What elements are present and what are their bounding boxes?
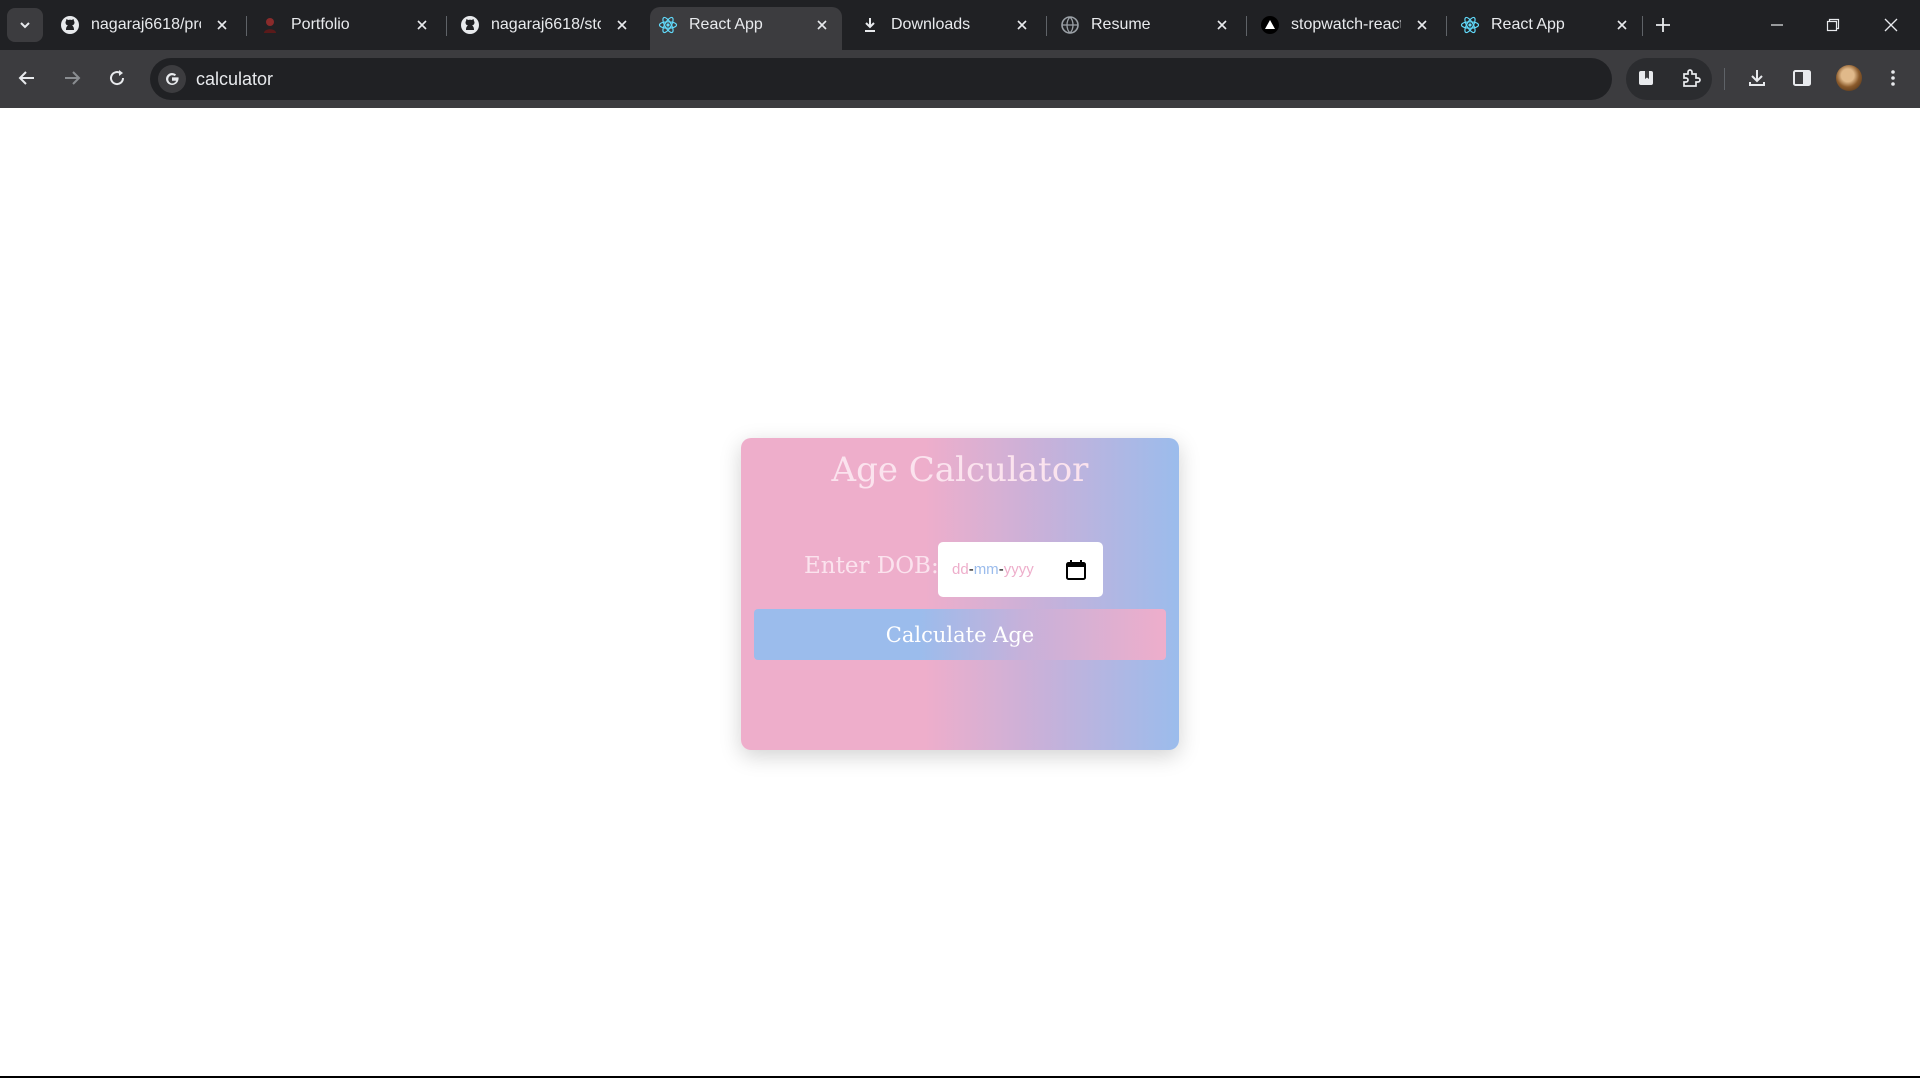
address-text[interactable]: calculator <box>196 69 273 90</box>
close-icon[interactable] <box>1612 15 1632 35</box>
dob-label: Enter DOB: <box>804 553 939 579</box>
menu-button[interactable] <box>1878 63 1908 93</box>
close-icon[interactable] <box>1012 15 1032 35</box>
browser-toolbar: calculator <box>0 50 1920 108</box>
download-icon <box>860 15 880 35</box>
downloads-button[interactable] <box>1742 63 1772 93</box>
new-tab-button[interactable] <box>1652 14 1674 36</box>
date-placeholder-year: yyyy <box>1003 561 1034 578</box>
tab-search-button[interactable] <box>7 8 43 42</box>
tab-strip: nagaraj6618/pro Portfolio nagaraj6618/st… <box>0 0 1920 50</box>
close-icon[interactable] <box>812 15 832 35</box>
tab-resume[interactable]: Resume <box>1052 7 1240 43</box>
dob-date-input[interactable]: dd-mm-yyyy <box>938 542 1103 597</box>
portfolio-icon <box>260 15 280 35</box>
kebab-menu-icon <box>1891 70 1895 86</box>
github-icon <box>60 15 80 35</box>
calculate-age-button[interactable]: Calculate Age <box>754 609 1166 660</box>
tab-separator <box>246 16 247 36</box>
tab-title: Resume <box>1091 16 1151 33</box>
tab-portfolio[interactable]: Portfolio <box>252 7 440 43</box>
download-icon <box>1749 70 1765 86</box>
tab-separator <box>1046 16 1047 36</box>
tab-downloads[interactable]: Downloads <box>852 7 1040 43</box>
close-window-button[interactable] <box>1878 12 1904 38</box>
side-panel-button[interactable] <box>1787 63 1817 93</box>
tab-title: Downloads <box>891 16 971 33</box>
minimize-button[interactable] <box>1764 12 1790 38</box>
google-icon <box>158 65 186 93</box>
calendar-icon[interactable] <box>1064 558 1088 582</box>
github-icon <box>460 15 480 35</box>
close-icon[interactable] <box>612 15 632 35</box>
tab-title: stopwatch-react <box>1291 16 1401 33</box>
date-placeholder-month: mm <box>973 561 999 578</box>
globe-icon <box>1060 15 1080 35</box>
minimize-icon <box>1771 24 1783 26</box>
vercel-icon <box>1260 15 1280 35</box>
bookmark-tab-icon <box>1639 71 1653 85</box>
arrow-left-icon <box>18 71 34 85</box>
toolbar-separator <box>1724 68 1725 90</box>
date-placeholder-day: dd <box>952 561 969 578</box>
close-icon[interactable] <box>212 15 232 35</box>
close-icon[interactable] <box>412 15 432 35</box>
tab-title: React App <box>689 16 763 33</box>
arrow-right-icon <box>65 71 81 85</box>
age-calculator-card: Age Calculator Enter DOB: dd-mm-yyyy Cal… <box>741 438 1179 750</box>
restore-button[interactable] <box>1820 12 1846 38</box>
tab-react-app-active[interactable]: React App <box>650 7 842 50</box>
react-icon <box>1460 15 1480 35</box>
date-placeholder: dd-mm-yyyy <box>952 561 1034 578</box>
puzzle-icon <box>1683 69 1701 87</box>
chevron-down-icon <box>20 22 30 29</box>
tab-title: Portfolio <box>291 16 350 33</box>
reload-button[interactable] <box>101 62 133 94</box>
extensions-button[interactable] <box>1676 63 1706 93</box>
tab-github-sto[interactable]: nagaraj6618/sto <box>452 7 640 43</box>
tab-stopwatch-react[interactable]: stopwatch-react <box>1252 7 1440 43</box>
tab-title: nagaraj6618/sto <box>491 16 601 33</box>
close-icon[interactable] <box>1412 15 1432 35</box>
tab-separator <box>1642 16 1643 36</box>
tab-separator <box>446 16 447 36</box>
page-viewport: Age Calculator Enter DOB: dd-mm-yyyy Cal… <box>0 108 1920 1078</box>
tab-react-app[interactable]: React App <box>1452 7 1640 43</box>
tab-title: React App <box>1491 16 1565 33</box>
restore-icon <box>1826 18 1840 32</box>
tab-github-pro[interactable]: nagaraj6618/pro <box>52 7 240 43</box>
profile-avatar[interactable] <box>1836 65 1862 91</box>
page-title: Age Calculator <box>831 450 1089 490</box>
back-button[interactable] <box>11 62 43 94</box>
reading-mode-button[interactable] <box>1631 63 1661 93</box>
close-icon[interactable] <box>1212 15 1232 35</box>
tab-title: nagaraj6618/pro <box>91 16 201 33</box>
reload-icon <box>110 70 125 86</box>
close-icon <box>1884 18 1898 32</box>
forward-button[interactable] <box>56 62 88 94</box>
side-panel-icon <box>1793 70 1811 86</box>
react-icon <box>658 15 678 35</box>
plus-icon <box>1656 18 1670 32</box>
tab-separator <box>1446 16 1447 36</box>
address-bar[interactable]: calculator <box>150 58 1612 100</box>
tab-separator <box>1246 16 1247 36</box>
